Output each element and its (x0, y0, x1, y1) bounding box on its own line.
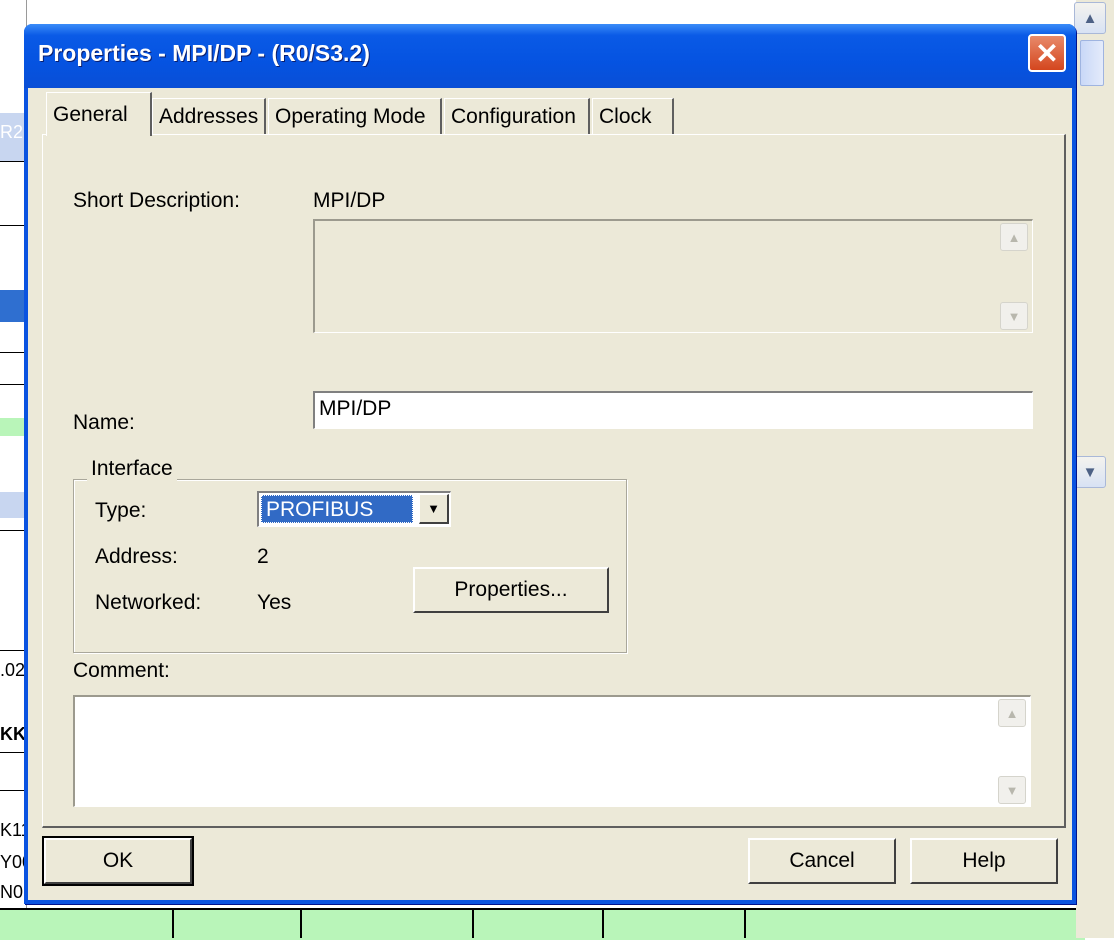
button-label: Help (962, 849, 1006, 872)
dialog-client-area: General Addresses Operating Mode Configu… (28, 88, 1072, 900)
description-textarea[interactable]: ▲ ▼ (313, 219, 1033, 333)
type-label: Type: (95, 499, 147, 522)
short-description-label: Short Description: (73, 189, 240, 212)
comment-scrollbar[interactable]: ▲ ▼ (998, 699, 1028, 804)
background-grid-divider (300, 908, 302, 938)
tab-label: General (53, 102, 128, 126)
scroll-down-icon[interactable]: ▼ (998, 776, 1026, 804)
tab-addresses[interactable]: Addresses (152, 98, 266, 134)
networked-value: Yes (257, 591, 292, 614)
comment-textarea[interactable]: ▲ ▼ (73, 695, 1031, 807)
tab-label: Addresses (159, 104, 259, 128)
address-label: Address: (95, 545, 178, 568)
background-grid-divider (744, 908, 746, 938)
background-grid-divider (172, 908, 174, 938)
background-selected-row (0, 290, 26, 322)
name-label: Name: (73, 411, 135, 434)
scrollbar-thumb[interactable] (1080, 40, 1104, 86)
background-fragment: N01 (0, 882, 26, 902)
background-header-cell (0, 492, 26, 518)
dialog-title: Properties - MPI/DP - (R0/S3.2) (38, 40, 370, 66)
background-row-line (0, 650, 26, 651)
interface-properties-button[interactable]: Properties... (413, 567, 609, 613)
scroll-up-icon[interactable]: ▲ (1000, 223, 1028, 251)
tab-operating-mode[interactable]: Operating Mode (268, 98, 442, 134)
background-fragment: .02 (0, 660, 26, 680)
tab-label: Operating Mode (275, 104, 426, 128)
tab-label: Clock (599, 104, 652, 128)
short-description-value: MPI/DP (313, 189, 386, 212)
tab-label: Configuration (451, 104, 576, 128)
background-row-line (0, 225, 26, 226)
comment-label: Comment: (73, 659, 170, 682)
background-grid-divider (602, 908, 604, 938)
chevron-down-icon[interactable]: ▼ (419, 494, 449, 524)
title-bar[interactable]: Properties - MPI/DP - (R0/S3.2) ✕ (24, 24, 1076, 88)
name-input[interactable]: MPI/DP (313, 391, 1033, 429)
scroll-down-icon[interactable]: ▼ (1000, 302, 1028, 330)
close-button[interactable]: ✕ (1028, 34, 1066, 72)
background-fragment: K11 (0, 820, 26, 840)
cancel-button[interactable]: Cancel (748, 838, 896, 884)
description-scrollbar[interactable]: ▲ ▼ (1000, 223, 1030, 330)
networked-label: Networked: (95, 591, 202, 614)
scroll-up-icon[interactable]: ▲ (998, 699, 1026, 727)
background-row-line (0, 790, 26, 791)
background-fragment: R2 (0, 122, 24, 142)
background-fragment: Y00 (0, 852, 26, 872)
general-tab-panel: Short Description: MPI/DP ▲ ▼ Name: MPI/… (42, 134, 1066, 828)
tab-clock[interactable]: Clock (592, 98, 674, 134)
background-row-line (0, 530, 26, 531)
background-row-line (0, 384, 26, 385)
background-row-line (0, 161, 26, 162)
background-grid-divider (472, 908, 474, 938)
tab-configuration[interactable]: Configuration (444, 98, 590, 134)
ok-button[interactable]: OK (42, 836, 194, 886)
button-label: OK (102, 849, 134, 872)
background-grid-row (0, 908, 1085, 940)
button-label: Cancel (789, 849, 855, 872)
tab-general[interactable]: General (46, 92, 152, 136)
help-button[interactable]: Help (910, 838, 1058, 884)
button-label: Properties... (454, 578, 568, 601)
properties-dialog: Properties - MPI/DP - (R0/S3.2) ✕ Genera… (24, 24, 1076, 904)
background-green-row (0, 418, 26, 436)
scroll-down-icon[interactable]: ▼ (1074, 456, 1106, 488)
background-row-line (0, 352, 26, 353)
scroll-up-icon[interactable]: ▲ (1074, 2, 1106, 34)
close-icon: ✕ (1035, 37, 1059, 69)
interface-group-title: Interface (87, 457, 177, 481)
type-select[interactable]: PROFIBUS ▼ (257, 491, 451, 527)
address-value: 2 (257, 545, 269, 568)
type-selected-value: PROFIBUS (261, 495, 413, 523)
background-fragment: KK (0, 724, 26, 744)
background-row-line (0, 752, 26, 753)
